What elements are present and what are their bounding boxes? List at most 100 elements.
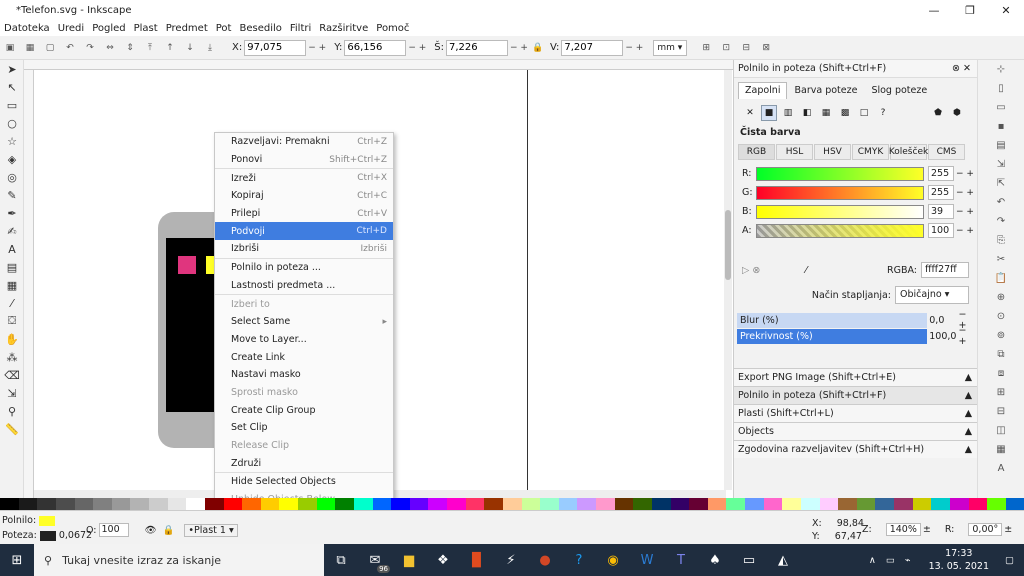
paste-icon[interactable]: 📋 (978, 269, 1024, 288)
inkscape-taskbar-icon[interactable]: ◭ (766, 544, 800, 576)
slider-r-stepper[interactable]: − + (956, 169, 974, 179)
pink-square[interactable] (178, 256, 196, 274)
move-gradients-icon[interactable]: ⊟ (739, 41, 753, 55)
network-icon[interactable]: ⌁ (905, 555, 911, 566)
palette-swatch[interactable] (316, 498, 336, 510)
context-item[interactable]: Lastnosti predmeta ... (215, 277, 393, 295)
menu-6[interactable]: Besedilo (235, 23, 285, 34)
unset-icon[interactable]: ? (875, 105, 891, 121)
zoom-page-icon[interactable]: ⊚ (978, 326, 1024, 345)
slider-g-stepper[interactable]: − + (956, 188, 974, 198)
palette-swatch[interactable] (298, 498, 317, 510)
paint-bucket-tool-icon[interactable]: ⛋ (0, 312, 24, 330)
palette-swatch[interactable] (726, 498, 745, 510)
xml-editor-icon[interactable]: ◫ (978, 421, 1024, 440)
opacity-status-input[interactable]: 100 (98, 523, 129, 537)
palette-swatch[interactable] (540, 498, 559, 510)
blur-slider[interactable]: Blur (%) (737, 312, 928, 328)
tab-stroke-paint[interactable]: Barva poteze (787, 82, 864, 99)
context-item[interactable]: Hide Selected Objects (215, 473, 393, 491)
palette-swatch[interactable] (521, 498, 541, 510)
context-item[interactable]: Set Clip (215, 419, 393, 437)
tab-fill[interactable]: Zapolni (738, 82, 788, 99)
palette-swatch[interactable] (614, 498, 634, 510)
palette-swatch[interactable] (0, 498, 19, 510)
scale-stroke-icon[interactable]: ⊞ (699, 41, 713, 55)
height-input[interactable] (561, 39, 624, 56)
text-font-icon[interactable]: A (978, 459, 1024, 478)
new-document-icon[interactable]: ▯ (978, 79, 1024, 98)
eraser-tool-icon[interactable]: ⌫ (0, 366, 24, 384)
stroke-swatch[interactable] (39, 530, 56, 541)
dock-layers[interactable]: Plasti (Shift+Ctrl+L) ▲ (734, 404, 978, 422)
palette-swatch[interactable] (577, 498, 596, 510)
palette-swatch[interactable] (596, 498, 615, 510)
slider-a-stepper[interactable]: − + (956, 226, 974, 236)
dock-objects[interactable]: Objects ▲ (734, 422, 978, 440)
undo-icon[interactable]: ↶ (978, 193, 1024, 212)
vertical-scrollbar[interactable] (724, 70, 732, 490)
export-icon[interactable]: ⇱ (978, 174, 1024, 193)
duplicate-icon[interactable]: ⧉ (978, 345, 1024, 364)
dropper-tool-icon[interactable]: ⁄ (0, 294, 24, 312)
blend-select[interactable]: Običajno ▾ (895, 286, 969, 304)
deselect-icon[interactable]: ▢ (43, 41, 57, 55)
raise-to-top-icon[interactable]: ⤒ (143, 41, 157, 55)
taskbar-search[interactable]: ⚲ Tukaj vnesite izraz za iskanje (34, 544, 324, 576)
node-tool-icon[interactable]: ↖ (0, 78, 24, 96)
scale-corners-icon[interactable]: ⊡ (719, 41, 733, 55)
menu-2[interactable]: Pogled (88, 23, 129, 34)
palette-swatch[interactable] (838, 498, 857, 510)
redo-icon[interactable]: ↷ (978, 212, 1024, 231)
pattern-icon[interactable]: ▩ (837, 105, 853, 121)
palette-swatch[interactable] (335, 498, 354, 510)
palette-swatch[interactable] (130, 498, 149, 510)
no-paint-icon[interactable]: ✕ (742, 105, 758, 121)
palette-swatch[interactable] (745, 498, 764, 510)
slider-g-track[interactable] (756, 185, 924, 200)
star-tool-icon[interactable]: ☆ (0, 132, 24, 150)
show-hidden-icons[interactable]: ∧ (869, 555, 876, 566)
panel-close-icon[interactable]: ⊗ ✕ (952, 63, 971, 74)
tab-stroke-style[interactable]: Slog poteze (864, 82, 934, 99)
help-icon[interactable]: ? (562, 544, 596, 576)
save-icon[interactable]: ▪ (978, 117, 1024, 136)
palette-swatch[interactable] (428, 498, 447, 510)
clone-icon[interactable]: ⧈ (978, 364, 1024, 383)
3d-box-tool-icon[interactable]: ◈ (0, 150, 24, 168)
context-item[interactable]: Move to Layer... (215, 331, 393, 349)
palette-swatch[interactable] (763, 498, 783, 510)
layer-visibility-icon[interactable]: 👁 (145, 525, 157, 536)
mesh-gradient-icon[interactable]: ▦ (818, 105, 834, 121)
mesh-tool-icon[interactable]: ▦ (0, 276, 24, 294)
palette-swatch[interactable] (651, 498, 671, 510)
menu-5[interactable]: Pot (212, 23, 236, 34)
office-icon[interactable]: ▉ (460, 544, 494, 576)
rgba-input[interactable]: ffff27ff (921, 262, 969, 278)
notifications-icon[interactable]: ▢ (1005, 555, 1014, 566)
raise-icon[interactable]: ↑ (163, 41, 177, 55)
palette-swatch[interactable] (875, 498, 894, 510)
palette-swatch[interactable] (242, 498, 261, 510)
color-palette[interactable] (0, 498, 1024, 510)
swatch-icon[interactable]: □ (856, 105, 872, 121)
x-stepper[interactable]: − + (308, 43, 326, 53)
palette-swatch[interactable] (204, 498, 224, 510)
palette-swatch[interactable] (558, 498, 578, 510)
mode-rgb[interactable]: RGB (738, 144, 775, 160)
mode-cms[interactable]: CMS (928, 144, 965, 160)
width-input[interactable] (446, 39, 509, 56)
connector-tool-icon[interactable]: ⇲ (0, 384, 24, 402)
group-icon[interactable]: ⊞ (978, 383, 1024, 402)
app-window-icon[interactable]: ▭ (732, 544, 766, 576)
palette-swatch[interactable] (149, 498, 168, 510)
layer-lock-icon[interactable]: 🔒 (163, 525, 175, 536)
palette-swatch[interactable] (260, 498, 280, 510)
fill-rule-evenodd-icon[interactable]: ⬟ (930, 105, 946, 121)
opacity-slider[interactable]: Prekrivnost (%) (737, 328, 928, 344)
mode-hsl[interactable]: HSL (776, 144, 813, 160)
palette-swatch[interactable] (391, 498, 410, 510)
context-item[interactable]: Kopiraj Ctrl+C (215, 187, 393, 205)
menu-8[interactable]: Razširitve (315, 23, 372, 34)
height-stepper[interactable]: − + (625, 43, 643, 53)
